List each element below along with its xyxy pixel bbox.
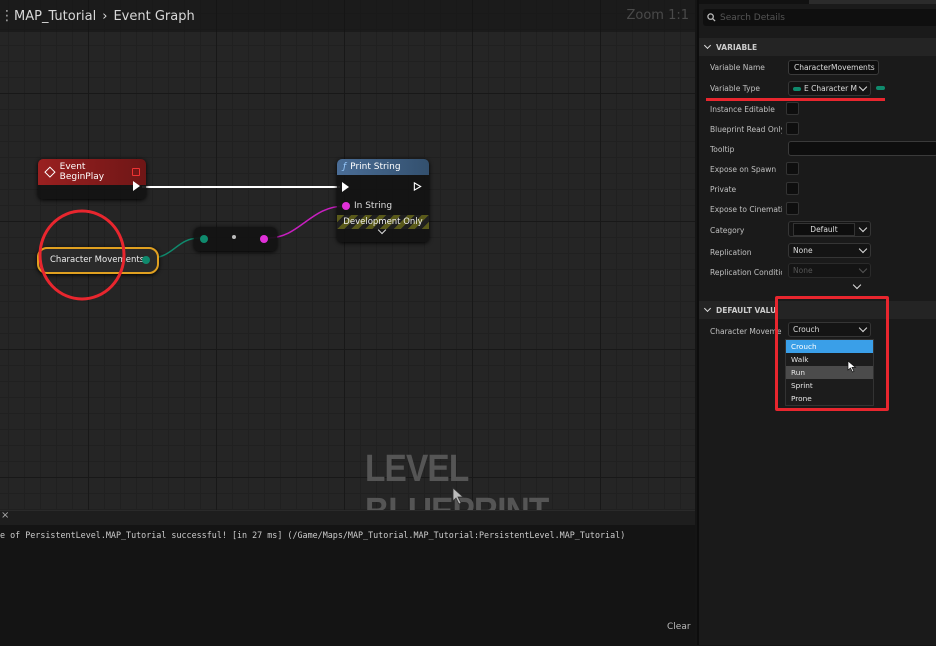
search-icon [707,13,716,22]
row-label: Expose on Spawn [710,165,777,174]
row-label: Expose to Cinemati [710,205,782,214]
grip-icon: ⋮ [0,8,8,24]
replication-condition-row: Replication Conditic None [699,262,936,282]
row-label: Instance Editable [710,105,775,114]
advanced-expand-chevron-icon[interactable] [852,280,862,290]
development-only-label: Development Only [343,217,423,227]
expose-cinematics-checkbox[interactable] [786,202,799,215]
mouse-cursor-icon [452,487,465,505]
private-checkbox[interactable] [786,182,799,195]
close-icon[interactable]: × [1,510,9,521]
exec-arrow-icon [342,182,349,192]
string-pin-icon [342,202,350,210]
output-log-panel: × e of PersistentLevel.MAP_Tutorial succ… [0,510,695,646]
variable-type-row: Variable Type E Character M [699,78,936,98]
category-row: Category Default [699,220,936,240]
instance-editable-checkbox[interactable] [786,102,799,115]
combobox-value: Default [793,222,855,236]
enum-in-pin[interactable] [200,235,208,243]
node-title: Event BeginPlay [59,162,105,182]
section-title: VARIABLE [716,42,758,52]
expose-on-spawn-row: Expose on Spawn [699,159,936,179]
chevron-down-icon [858,264,868,274]
row-label: Category [710,226,745,235]
tooltip-input[interactable] [788,141,936,156]
dropdown-value: None [793,246,813,255]
row-label: Variable Type [710,84,760,93]
string-out-pin[interactable] [260,235,268,243]
output-log-tab: × [0,510,695,525]
clear-button[interactable]: Clear [667,622,691,632]
row-label: Replication Conditic [710,268,782,277]
in-string-pin[interactable]: In String [342,201,392,211]
details-tab[interactable] [809,0,936,4]
section-title: DEFAULT VALU [716,305,777,315]
category-combobox[interactable]: Default [788,221,871,237]
annotation-circle [38,209,126,301]
enum-to-string-node[interactable] [194,227,277,251]
instance-editable-row: Instance Editable [699,99,936,119]
dropdown-value: None [793,266,813,275]
exec-arrow-outline-icon [413,182,422,191]
level-blueprint-watermark: LEVEL BLUEPRINT [365,448,549,510]
exec-out-pin[interactable] [413,182,422,191]
replication-dropdown[interactable]: None [788,243,871,258]
variable-section-header[interactable]: VARIABLE [699,38,936,56]
delegate-pin-icon[interactable] [132,168,140,176]
chevron-down-icon [858,82,868,92]
tooltip-row: Tooltip [699,139,936,159]
print-string-node[interactable]: ƒ Print String In String Development Onl… [337,159,429,242]
row-label: Replication [710,248,752,257]
node-title: Print String [350,162,401,172]
chevron-right-icon: › [102,8,108,24]
row-label: Private [710,185,737,194]
collapse-chevron-icon [703,304,712,313]
string-wire [267,205,346,239]
event-beginplay-node[interactable]: Event BeginPlay [38,159,146,199]
graph-header: ⋮ MAP_Tutorial › Event Graph Zoom 1:1 [0,0,695,32]
exec-arrow-icon [133,181,140,191]
chevron-down-icon [858,223,868,232]
pin-label: In String [354,201,393,211]
breadcrumb-graph[interactable]: Event Graph [113,9,194,24]
row-label: Variable Name [710,63,765,72]
row-label: Tooltip [710,145,735,154]
event-graph-canvas[interactable]: ⋮ MAP_Tutorial › Event Graph Zoom 1:1 Ev… [0,0,695,510]
search-placeholder: Search Details [720,12,785,23]
variable-name-input[interactable]: CharacterMovements [788,60,879,75]
function-icon: ƒ [343,162,347,172]
row-label: Blueprint Read Only [710,125,782,134]
breadcrumb-map[interactable]: MAP_Tutorial [14,9,96,24]
container-type-icon[interactable] [876,86,885,90]
blueprint-read-only-checkbox[interactable] [786,122,799,135]
enum-type-icon [793,86,801,91]
replication-row: Replication None [699,242,936,262]
zoom-level: Zoom 1:1 [626,8,689,23]
blueprint-read-only-row: Blueprint Read Only [699,119,936,139]
search-details-input[interactable]: Search Details [703,9,936,26]
exec-out-pin[interactable] [133,181,140,191]
expose-on-spawn-checkbox[interactable] [786,162,799,175]
chevron-down-icon [858,244,868,254]
variable-type-dropdown[interactable]: E Character M [788,81,871,96]
annotation-box [775,296,889,411]
row-label: Character Moveme [710,327,782,336]
exec-in-pin[interactable] [342,182,349,192]
replication-condition-dropdown: None [788,263,871,278]
event-diamond-icon [44,166,56,178]
convert-dot-icon [232,235,236,239]
variable-name-row: Variable Name CharacterMovements [699,57,936,77]
expose-cinematics-row: Expose to Cinemati [699,199,936,219]
log-line: e of PersistentLevel.MAP_Tutorial succes… [0,530,626,540]
dropdown-value: E Character M [804,84,858,93]
collapse-chevron-icon [703,41,712,50]
private-row: Private [699,179,936,199]
breadcrumb: ⋮ MAP_Tutorial › Event Graph [0,8,195,24]
enum-out-pin[interactable] [142,256,150,264]
